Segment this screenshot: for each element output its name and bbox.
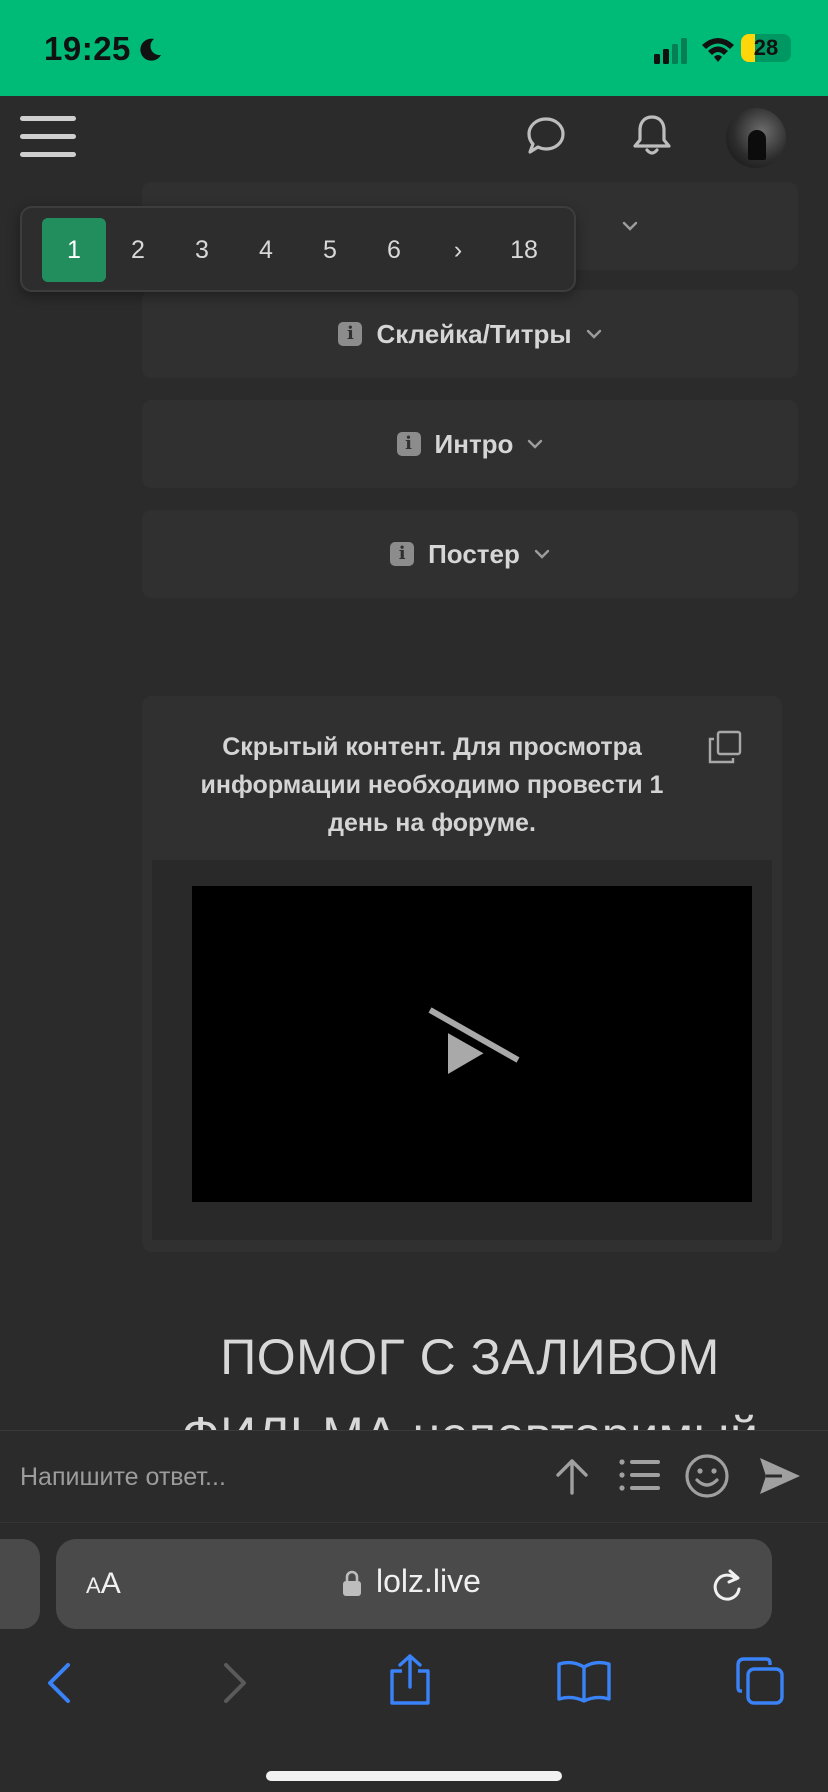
reader-settings-button[interactable]: AA — [86, 1567, 121, 1601]
smile-icon[interactable] — [684, 1453, 730, 1499]
bookmarks-icon[interactable] — [556, 1659, 612, 1703]
address-bar[interactable]: AA lolz.live — [56, 1539, 772, 1629]
forward-icon[interactable] — [218, 1659, 254, 1707]
browser-toolbar: AA lolz.live — [0, 1522, 828, 1792]
reply-bar: Напишите ответ... — [0, 1430, 828, 1522]
reload-icon[interactable] — [710, 1567, 744, 1603]
post-heading-clip: ПОМОГ С ЗАЛИВОМ ФИЛЬМА неповторимый — [0, 0, 828, 1430]
reply-input[interactable]: Напишите ответ... — [20, 1457, 440, 1497]
tabs-icon[interactable] — [734, 1655, 786, 1707]
post-heading: ПОМОГ С ЗАЛИВОМ ФИЛЬМА неповторимый — [182, 1329, 758, 1430]
send-icon[interactable] — [758, 1455, 802, 1497]
back-icon[interactable] — [40, 1659, 76, 1707]
previous-tab-preview[interactable] — [0, 1539, 40, 1629]
lock-icon — [343, 1570, 361, 1596]
screen: 19:25 28 i Склейка/Титры i Интро i Посте… — [0, 0, 828, 1792]
home-indicator — [266, 1771, 562, 1781]
url-text: lolz.live — [376, 1563, 481, 1599]
share-icon[interactable] — [388, 1653, 432, 1707]
upload-icon[interactable] — [552, 1455, 592, 1497]
list-icon[interactable] — [618, 1457, 662, 1493]
